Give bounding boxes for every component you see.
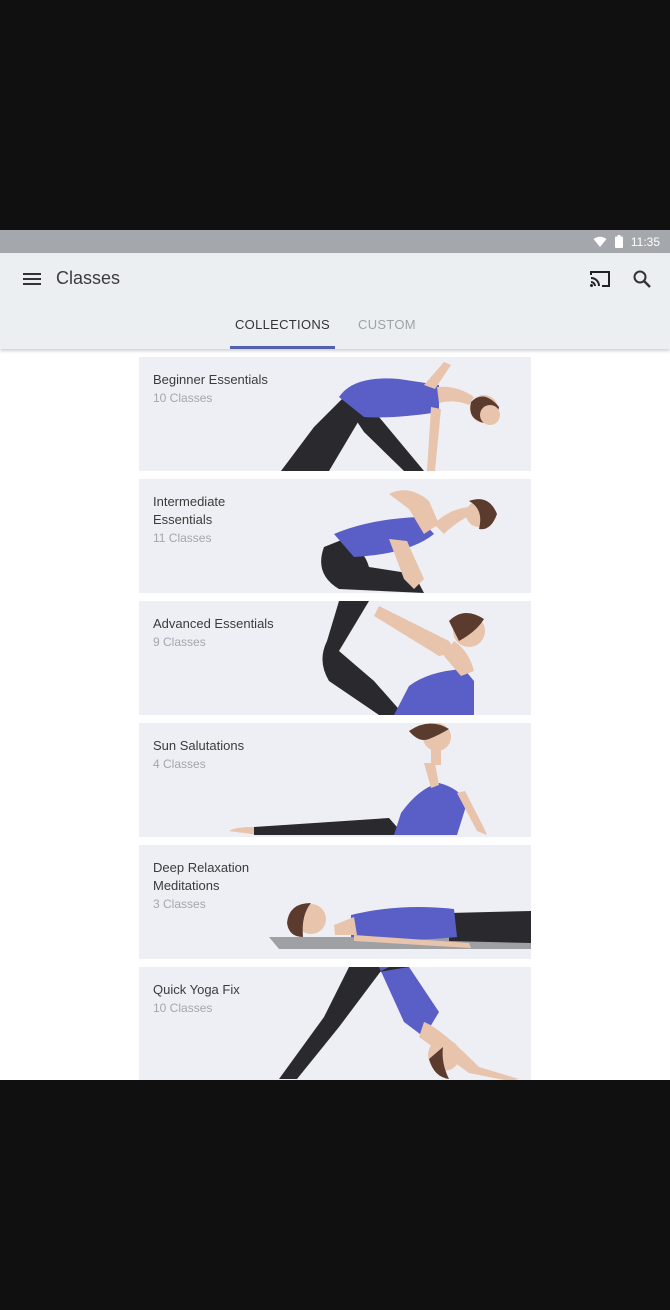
page-title: Classes <box>56 268 121 288</box>
hamburger-menu-icon <box>23 273 41 285</box>
collection-count: 9 Classes <box>153 635 206 649</box>
collection-title-text: Sun Salutations <box>153 738 245 753</box>
collection-title-text: Deep Relaxation Meditations <box>153 860 250 893</box>
tab-custom-label: CUSTOM <box>358 317 416 332</box>
collection-title: Beginner Essentials 10 Classes <box>153 371 283 407</box>
collection-count: 11 Classes <box>153 531 212 545</box>
collection-title: Sun Salutations 4 Classes <box>153 737 283 773</box>
collection-card-sun-salutations[interactable]: Sun Salutations 4 Classes <box>139 723 531 837</box>
collection-title: Advanced Essentials 9 Classes <box>153 615 283 651</box>
tab-indicator <box>230 346 335 349</box>
app-screen: 11:35 Classes COLLECTIONS CUSTOM Beginne… <box>0 230 670 1080</box>
collection-title-text: Quick Yoga Fix <box>153 982 240 997</box>
tab-collections-label: COLLECTIONS <box>234 317 331 332</box>
collection-card-beginner-essentials[interactable]: Beginner Essentials 10 Classes <box>139 357 531 471</box>
collections-list: Beginner Essentials 10 Classes Intermedi… <box>139 357 531 1080</box>
status-time: 11:35 <box>630 234 660 249</box>
collection-count: 3 Classes <box>153 897 206 911</box>
cast-icon <box>590 271 610 287</box>
cast-button[interactable] <box>588 267 612 291</box>
collection-title-text: Intermediate Essentials <box>153 494 226 527</box>
collection-card-deep-relaxation-meditations[interactable]: Deep Relaxation Meditations 3 Classes <box>139 845 531 959</box>
collection-card-quick-yoga-fix[interactable]: Quick Yoga Fix 10 Classes <box>139 967 531 1080</box>
status-bar: 11:35 <box>0 230 670 253</box>
collection-title-text: Advanced Essentials <box>153 616 274 631</box>
tab-collections[interactable]: COLLECTIONS <box>230 317 335 349</box>
collection-card-intermediate-essentials[interactable]: Intermediate Essentials 11 Classes <box>139 479 531 593</box>
collection-title-text: Beginner Essentials <box>153 372 268 387</box>
app-bar: Classes COLLECTIONS CUSTOM <box>0 253 670 349</box>
search-button[interactable] <box>630 267 654 291</box>
collection-count: 10 Classes <box>153 1001 213 1015</box>
collection-title: Quick Yoga Fix 10 Classes <box>153 981 283 1017</box>
menu-button[interactable] <box>20 267 44 291</box>
collection-card-advanced-essentials[interactable]: Advanced Essentials 9 Classes <box>139 601 531 715</box>
collection-count: 10 Classes <box>153 391 213 405</box>
search-icon <box>633 270 651 288</box>
collection-title: Deep Relaxation Meditations 3 Classes <box>153 859 283 913</box>
tab-custom[interactable]: CUSTOM <box>344 317 430 349</box>
collection-title: Intermediate Essentials 11 Classes <box>153 493 283 547</box>
collection-count: 4 Classes <box>153 757 206 771</box>
battery-icon <box>614 235 623 248</box>
wifi-icon <box>593 236 607 247</box>
